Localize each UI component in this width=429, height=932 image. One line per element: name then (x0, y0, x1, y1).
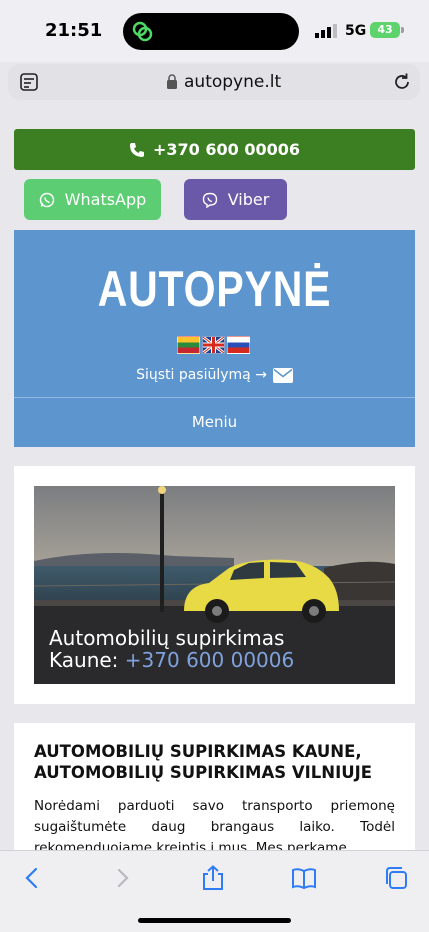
whatsapp-icon (39, 192, 54, 207)
forward-icon[interactable] (110, 865, 136, 891)
send-offer-label: Siųsti pasiūlymą → (136, 367, 267, 383)
site-header: AUTOPYNĖ Siųsti pasiūlymą → Meniu (14, 230, 415, 447)
tabs-icon[interactable] (383, 865, 409, 891)
status-bar: 21:51 5G 43 (0, 0, 429, 62)
hero-image: Automobilių supirkimas Kaune: +370 600 0… (34, 486, 395, 684)
whatsapp-button-label: WhatsApp (64, 190, 147, 209)
status-time: 21:51 (45, 20, 103, 41)
language-switcher (177, 336, 250, 354)
cellular-signal-icon (315, 24, 337, 38)
whatsapp-button[interactable]: WhatsApp (24, 179, 161, 220)
reload-icon[interactable] (392, 72, 412, 92)
network-type: 5G (345, 23, 367, 39)
call-button-label: +370 600 00006 (152, 140, 300, 159)
article-heading: AUTOMOBILIŲ SUPIRKIMAS KAUNE, AUTOMOBILI… (34, 742, 373, 782)
bookmarks-icon[interactable] (291, 865, 317, 891)
menu-divider (14, 397, 415, 398)
dynamic-island (123, 13, 299, 50)
web-page: +370 600 00006 WhatsApp Viber AUTOPYNĖ S… (0, 108, 429, 850)
envelope-icon (272, 367, 293, 383)
hero-card: Automobilių supirkimas Kaune: +370 600 0… (14, 466, 415, 704)
back-icon[interactable] (20, 865, 46, 891)
hero-title-line1: Automobilių supirkimas (49, 626, 285, 650)
article-paragraph: Norėdami parduoti savo transporto priemo… (34, 798, 395, 850)
site-logo[interactable]: AUTOPYNĖ (50, 260, 379, 318)
hero-title: Automobilių supirkimas Kaune: +370 600 0… (49, 627, 294, 671)
flag-uk-icon[interactable] (202, 336, 225, 354)
viber-button-label: Viber (227, 190, 270, 209)
share-icon[interactable] (200, 865, 226, 891)
url-text[interactable]: autopyne.lt (184, 72, 281, 92)
menu-toggle[interactable]: Meniu (14, 413, 415, 431)
call-button[interactable]: +370 600 00006 (14, 129, 415, 170)
send-offer-link[interactable]: Siųsti pasiūlymą → (14, 367, 415, 383)
viber-button[interactable]: Viber (184, 179, 287, 220)
link-icon (132, 21, 153, 42)
hero-phone-link[interactable]: +370 600 00006 (125, 648, 294, 672)
home-indicator (138, 918, 291, 923)
viber-icon (202, 192, 217, 208)
flag-ru-icon[interactable] (227, 336, 250, 354)
page-menu-icon[interactable] (20, 73, 38, 91)
article-card: AUTOMOBILIŲ SUPIRKIMAS KAUNE, AUTOMOBILI… (14, 723, 415, 850)
battery-tip (401, 27, 404, 33)
phone-icon (129, 142, 144, 157)
battery-indicator: 43 (370, 22, 400, 38)
hero-title-prefix: Kaune: (49, 648, 125, 672)
flag-lt-icon[interactable] (177, 336, 200, 354)
address-bar[interactable]: autopyne.lt (8, 64, 420, 100)
lock-icon (167, 74, 177, 89)
